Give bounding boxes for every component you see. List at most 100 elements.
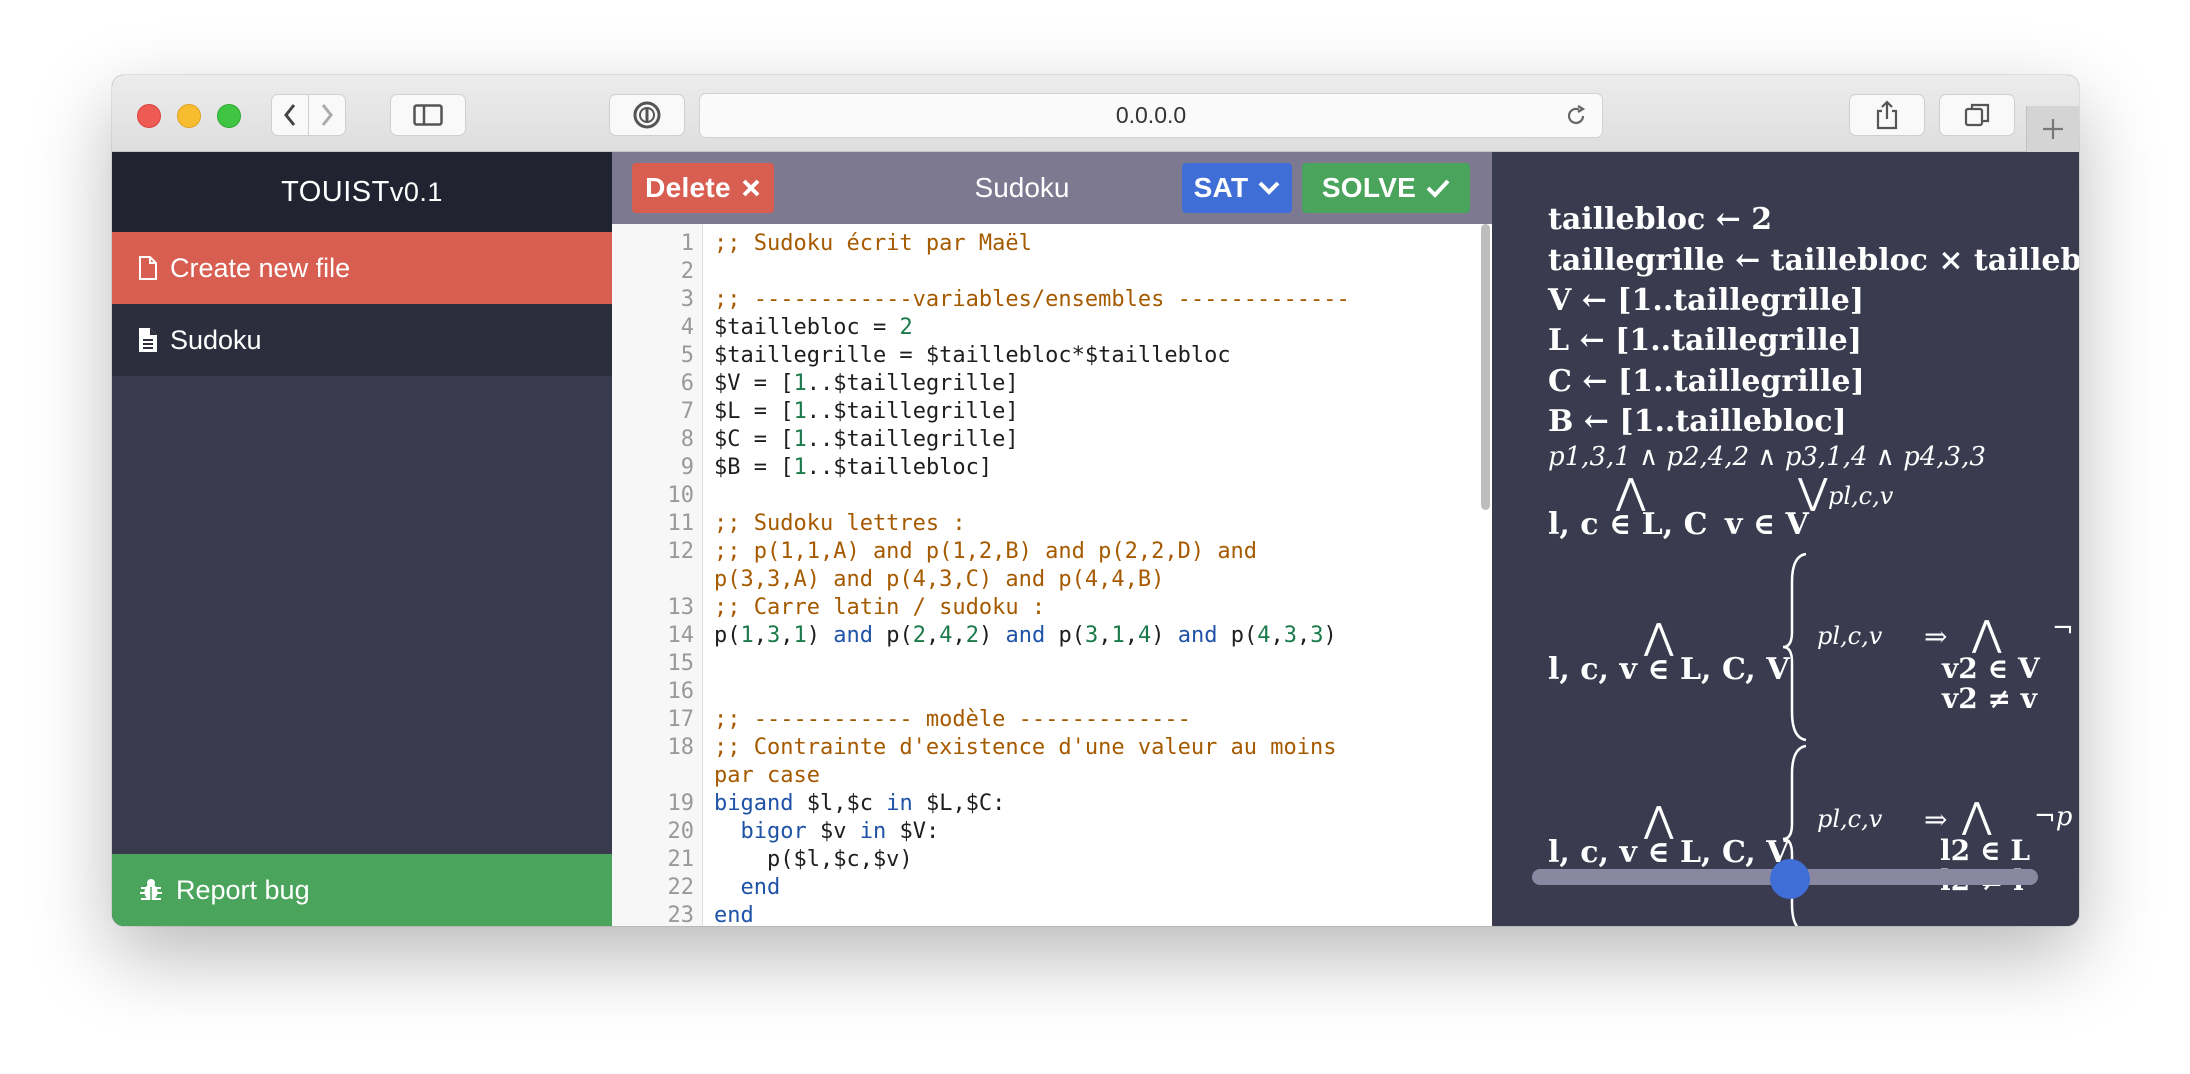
editor-scrollbar[interactable] — [1481, 224, 1490, 510]
bigand-symbol: ⋀ — [1972, 614, 2002, 655]
bigand-subindex: v2 ≠ v — [1942, 682, 2037, 715]
bigand-subindex: l2 ∈ L — [1940, 834, 2031, 867]
app-version: v0.1 — [389, 176, 443, 207]
proposition: pl,c,v — [1828, 482, 1894, 510]
solve-button[interactable]: SOLVE — [1302, 163, 1470, 213]
create-new-file-button[interactable]: Create new file — [112, 232, 612, 304]
implies-symbol: ⇒ — [1924, 803, 1948, 836]
sidebar: TOUIST v0.1 Create new file Sudoku Report… — [112, 152, 612, 926]
editor-pane: Delete Sudoku SAT SOLVE 1 ;; Sudoku écrit… — [612, 152, 1492, 926]
browser-toolbar: 0.0.0.0 — [112, 75, 2079, 152]
tabs-overview-button[interactable] — [1939, 94, 2015, 136]
line-number: 20 — [667, 819, 695, 844]
share-icon — [1876, 100, 1898, 130]
solver-label: SAT — [1193, 172, 1249, 203]
code-text: p(3,3,A) and p(4,3,C) and p(4,4,B) — [714, 567, 1165, 592]
output-line: taillebloc ← 2 — [1548, 202, 1773, 237]
line-number: 4 — [680, 315, 694, 340]
code-editor[interactable]: 1 ;; Sudoku écrit par Maël 2 3 ;; ----------… — [612, 224, 1492, 926]
delete-button[interactable]: Delete — [632, 163, 774, 213]
file-outline-icon — [139, 256, 157, 280]
app-name: TOUIST — [281, 175, 390, 208]
document-title: Sudoku — [974, 172, 1070, 203]
chevron-down-icon — [1258, 181, 1280, 195]
bigand-index: l, c, v ∈ L, C, V — [1548, 835, 1790, 870]
address-bar[interactable]: 0.0.0.0 — [699, 93, 1603, 138]
forward-button[interactable] — [308, 94, 346, 136]
output-line: C ← [1..taillegrille] — [1548, 364, 1865, 399]
code-text: p(1,3,1) and p(2,4,2) and p(3,1,4) and p… — [714, 623, 1337, 648]
line-number: 19 — [667, 791, 695, 816]
url-text: 0.0.0.0 — [1115, 102, 1187, 128]
app-brand: TOUIST v0.1 — [112, 152, 612, 232]
negation-symbol: ¬ — [2052, 614, 2074, 644]
code-text: bigand $l,$c in $L,$C: — [714, 791, 1006, 816]
code-text: $L = [1..$taillegrille] — [714, 399, 1019, 424]
sidebar-icon — [413, 104, 443, 126]
line-number: 23 — [667, 903, 695, 926]
output-line: B ← [1..taillebloc] — [1548, 404, 1847, 439]
code-text: $taillegrille = $taillebloc*$taillebloc — [714, 343, 1231, 368]
sidebar-item-label: Sudoku — [170, 324, 262, 355]
latex-output-pane: taillebloc ← 2 taillegrille ← taillebloc… — [1492, 152, 2079, 926]
code-text: ;; Carre latin / sudoku : — [714, 595, 1046, 620]
code-text: ;; Sudoku écrit par Maël — [714, 231, 1032, 256]
tabs-icon — [1964, 103, 1990, 127]
line-number: 14 — [667, 623, 695, 648]
code-text: p($l,$c,$v) — [714, 847, 913, 872]
line-number: 10 — [667, 483, 695, 508]
solver-select-button[interactable]: SAT — [1182, 163, 1292, 213]
bug-icon — [140, 879, 162, 900]
line-number: 1 — [680, 231, 694, 256]
sidebar-item-sudoku[interactable]: Sudoku — [112, 304, 612, 376]
output-line: taillegrille ← taillebloc × taillebloc — [1548, 243, 2079, 278]
proposition: pl,c,v — [1817, 805, 1883, 833]
code-text: ;; ------------ modèle ------------- — [714, 707, 1191, 732]
plus-icon — [2043, 119, 2063, 139]
line-number: 8 — [680, 427, 694, 452]
share-button[interactable] — [1849, 94, 1925, 136]
code-text: $taillebloc = 2 — [714, 315, 913, 340]
sidebar-toggle-button[interactable] — [390, 94, 466, 136]
code-text: par case — [714, 763, 820, 788]
check-icon — [1426, 179, 1450, 198]
output-line: L ← [1..taillegrille] — [1548, 323, 1862, 358]
line-number: 2 — [680, 259, 694, 284]
bigor-index: v ∈ V — [1725, 507, 1809, 542]
chevron-right-icon — [321, 104, 333, 126]
code-text: ;; p(1,1,A) and p(1,2,B) and p(2,2,D) an… — [714, 539, 1258, 564]
implies-symbol: ⇒ — [1924, 620, 1948, 653]
line-number: 11 — [667, 511, 695, 536]
minimize-window-button[interactable] — [177, 104, 201, 128]
file-text-icon — [139, 328, 157, 352]
output-facts: p1,3,1 ∧ p2,4,2 ∧ p3,1,4 ∧ p4,3,3 — [1548, 442, 1986, 472]
output-scroll-thumb[interactable] — [1770, 859, 1810, 899]
line-number: 12 — [667, 539, 695, 564]
line-number: 13 — [667, 595, 695, 620]
line-number: 6 — [680, 371, 694, 396]
back-button[interactable] — [271, 94, 309, 136]
line-number: 21 — [667, 847, 695, 872]
line-number: 15 — [667, 651, 695, 676]
line-number: 18 — [667, 735, 695, 760]
bigand-symbol: ⋀ — [1962, 796, 1992, 837]
report-bug-label: Report bug — [176, 874, 310, 905]
browser-window: 0.0.0.0 TOUIST v0.1 Create new file Sudok… — [112, 75, 2079, 926]
onepassword-icon — [633, 101, 661, 129]
new-tab-button[interactable] — [2026, 106, 2079, 152]
line-number: 9 — [680, 455, 694, 480]
proposition: pl,c,v — [1817, 622, 1883, 650]
report-bug-button[interactable]: Report bug — [112, 854, 612, 926]
code-text: $B = [1..$taillebloc] — [714, 455, 993, 480]
zoom-window-button[interactable] — [217, 104, 241, 128]
line-number: 7 — [680, 399, 694, 424]
code-text: $V = [1..$taillegrille] — [714, 371, 1019, 396]
close-window-button[interactable] — [137, 104, 161, 128]
reload-icon[interactable] — [1564, 104, 1588, 128]
bigand-subindex: v2 ∈ V — [1942, 652, 2040, 685]
line-number: 5 — [680, 343, 694, 368]
line-number: 22 — [667, 875, 695, 900]
bigand-index: l, c ∈ L, C — [1548, 507, 1708, 542]
password-manager-button[interactable] — [609, 94, 685, 136]
delete-label: Delete — [645, 172, 731, 203]
